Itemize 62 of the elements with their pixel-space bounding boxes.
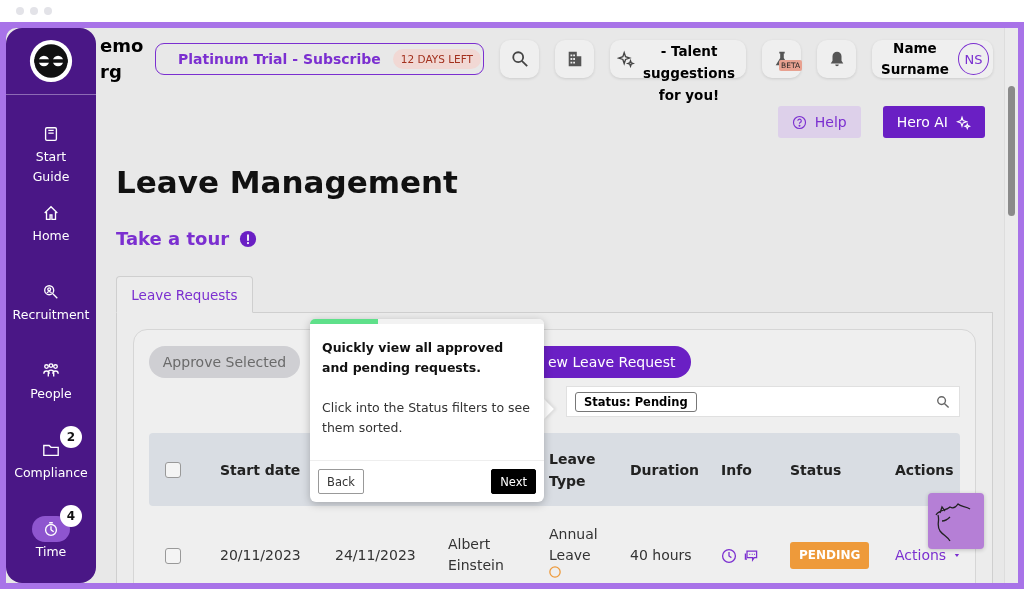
popover-title: Quickly view all approved and pending requests. <box>322 339 505 377</box>
window-dot-icon <box>30 7 38 15</box>
next-button[interactable]: Next <box>491 469 536 494</box>
search-field[interactable]: Status: Pending <box>566 386 960 417</box>
subscribe-button[interactable]: Platinum Trial - Subscribe 12 DAYS LEFT <box>155 43 484 75</box>
column-header: Status <box>790 461 842 478</box>
filter-chip[interactable]: Status: Pending <box>575 391 697 412</box>
sidebar-item[interactable]: Start Guide <box>6 109 96 188</box>
scrollbar[interactable] <box>1004 28 1018 583</box>
column-header: Actions <box>895 461 954 478</box>
column-header: Duration <box>630 461 699 478</box>
notifications-button[interactable] <box>817 40 856 78</box>
table-cell-text: Annual Leave <box>549 525 599 565</box>
table-cell-text: 40 hours <box>630 546 692 565</box>
smartmatch-button[interactable]: - Talent suggestions for you! <box>610 40 746 106</box>
column-header: Leave Type <box>549 450 596 489</box>
logo-icon <box>29 39 73 83</box>
org-name: rg <box>100 60 122 84</box>
count-badge: 4 <box>60 505 82 527</box>
search-button[interactable] <box>500 40 539 78</box>
table-cell-text: 20/11/2023 <box>220 546 301 565</box>
help-button[interactable]: Help <box>777 106 861 138</box>
company-button[interactable] <box>555 40 594 78</box>
sidebar-item[interactable]: 4 Time <box>6 504 96 583</box>
page-title: Leave Management <box>116 163 459 202</box>
sidebar-item[interactable]: People <box>6 346 96 425</box>
sidebar-item[interactable]: 2 Compliance <box>6 425 96 504</box>
checkbox[interactable] <box>165 547 181 564</box>
hero-ai-button[interactable]: Hero AI <box>882 106 985 138</box>
checkbox[interactable] <box>165 461 181 478</box>
table-cell-text: Albert Einstein <box>448 535 505 575</box>
stopwatch-icon <box>42 520 60 538</box>
caret-icon <box>954 553 960 558</box>
actions-link[interactable]: Actions <box>895 545 947 566</box>
tab[interactable]: Leave Requests <box>116 276 253 313</box>
sidebar-item[interactable]: Recruitment <box>6 267 96 346</box>
search-icon <box>936 394 950 409</box>
org-name: emo <box>100 34 144 58</box>
question-icon <box>791 114 807 130</box>
column-header: Start date <box>220 461 301 478</box>
book-icon <box>42 125 60 143</box>
tour-link[interactable]: Take a tour <box>116 228 230 249</box>
sparkle-icon <box>617 50 635 68</box>
back-button[interactable]: Back <box>318 469 364 494</box>
sparkle-icon <box>956 114 971 130</box>
assistant-button[interactable] <box>928 493 984 549</box>
days-left-badge: 12 DAYS LEFT <box>392 49 481 69</box>
sidebar-item[interactable]: Home <box>6 188 96 267</box>
alert-icon <box>239 229 258 248</box>
search-person-icon <box>42 283 60 301</box>
clock-icon[interactable] <box>721 547 737 564</box>
table-cell-text: 24/11/2023 <box>335 546 416 565</box>
search-icon <box>510 50 529 68</box>
info-circle-icon <box>549 566 561 578</box>
popover-text: Click into the Status filters to see them sorted. <box>322 399 531 437</box>
status-badge: PENDING <box>790 542 870 569</box>
column-header: Info <box>721 461 752 478</box>
count-badge: 2 <box>60 426 82 448</box>
window-dot-icon <box>16 7 24 15</box>
window-dot-icon <box>44 7 52 15</box>
user-menu-button[interactable]: Name Surname NS <box>872 40 993 78</box>
home-icon <box>42 204 60 222</box>
